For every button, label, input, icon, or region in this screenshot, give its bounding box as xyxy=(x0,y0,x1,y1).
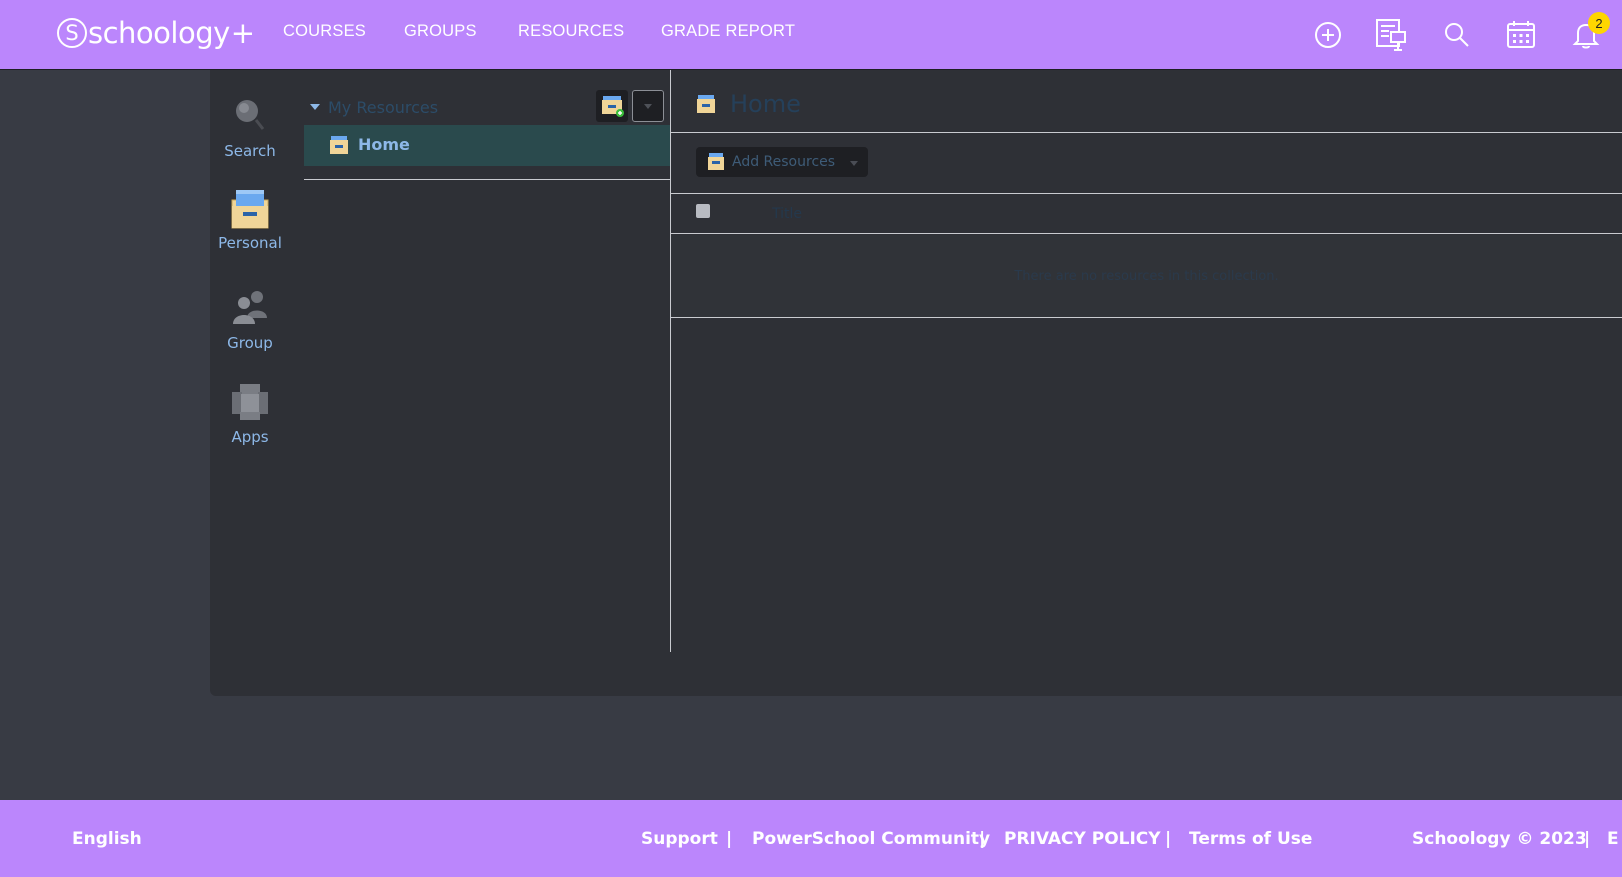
leftnav-group-label: Group xyxy=(227,334,273,352)
add-resources-button[interactable]: Add Resources xyxy=(696,147,868,177)
tree-item-home-label: Home xyxy=(358,135,410,154)
footer: English Support | PowerSchool Community … xyxy=(0,800,1622,877)
search-icon xyxy=(230,96,270,136)
empty-state-row: There are no resources in this collectio… xyxy=(671,235,1622,317)
panel-divider xyxy=(670,70,671,652)
tree-options-dropdown[interactable] xyxy=(632,90,664,122)
add-resource-icon xyxy=(706,152,726,176)
collection-title: Home xyxy=(730,90,801,118)
chevron-down-icon xyxy=(644,104,652,109)
leftnav-apps[interactable]: Apps xyxy=(210,382,290,446)
column-header-title[interactable]: Title xyxy=(772,206,802,222)
tree-title[interactable]: My Resources xyxy=(328,98,438,117)
nav-courses[interactable]: COURSES xyxy=(283,22,366,41)
collection-folder-icon xyxy=(328,134,350,160)
footer-truncated-text: E xyxy=(1607,829,1619,849)
nav-resources[interactable]: RESOURCES xyxy=(518,22,624,41)
table-header-divider xyxy=(671,233,1622,234)
logo-plus: + xyxy=(230,16,255,50)
tree-item-home[interactable]: Home xyxy=(304,125,670,166)
footer-link-terms-of-use[interactable]: Terms of Use xyxy=(1189,829,1312,849)
footer-separator: | xyxy=(1165,829,1172,849)
group-icon xyxy=(230,288,270,328)
footer-separator: | xyxy=(979,829,986,849)
footer-separator: | xyxy=(1584,829,1591,849)
schoology-logo-mark: S xyxy=(57,18,87,48)
apps-icon xyxy=(230,382,270,422)
tree-header: My Resources xyxy=(308,90,664,126)
table-bottom-divider xyxy=(671,317,1622,318)
add-collection-button[interactable] xyxy=(596,90,628,122)
footer-separator: | xyxy=(726,829,733,849)
logo-text: schoology xyxy=(88,16,230,50)
footer-copyright: Schoology © 2023 xyxy=(1412,829,1587,849)
resources-icon[interactable] xyxy=(1375,18,1407,51)
leftnav-search[interactable]: Search xyxy=(210,96,290,160)
collapse-caret-icon[interactable] xyxy=(310,104,320,110)
personal-folder-icon xyxy=(230,188,270,229)
leftnav-personal-label: Personal xyxy=(218,234,282,252)
notification-count-badge: 2 xyxy=(1588,12,1610,34)
leftnav-group[interactable]: Group xyxy=(210,288,290,352)
toolbar-divider xyxy=(671,193,1622,194)
footer-link-powerschool-community[interactable]: PowerSchool Community xyxy=(752,829,990,849)
leftnav-search-label: Search xyxy=(224,142,276,160)
collection-folder-icon xyxy=(695,93,717,119)
nav-grade-report[interactable]: GRADE REPORT xyxy=(661,22,795,41)
footer-link-support[interactable]: Support xyxy=(641,829,718,849)
empty-state-message: There are no resources in this collectio… xyxy=(1014,269,1279,284)
add-collection-icon xyxy=(602,96,624,117)
footer-link-privacy-policy[interactable]: PRIVACY POLICY xyxy=(1004,829,1161,849)
plus-circle-icon[interactable] xyxy=(1312,18,1344,50)
header-divider xyxy=(671,132,1622,133)
leftnav-apps-label: Apps xyxy=(231,428,269,446)
leftnav-personal[interactable]: Personal xyxy=(210,188,290,252)
nav-groups[interactable]: GROUPS xyxy=(404,22,477,41)
calendar-icon[interactable] xyxy=(1505,18,1537,50)
schoology-logo[interactable]: S schoology + xyxy=(57,15,255,51)
language-selector[interactable]: English xyxy=(72,829,142,849)
tree-divider xyxy=(304,179,670,180)
chevron-down-icon xyxy=(850,161,858,166)
add-resources-label: Add Resources xyxy=(732,154,836,170)
search-icon[interactable] xyxy=(1441,18,1473,50)
select-all-checkbox[interactable] xyxy=(696,204,710,218)
top-navigation-bar: S schoology + COURSES GROUPS RESOURCES G… xyxy=(0,0,1622,70)
